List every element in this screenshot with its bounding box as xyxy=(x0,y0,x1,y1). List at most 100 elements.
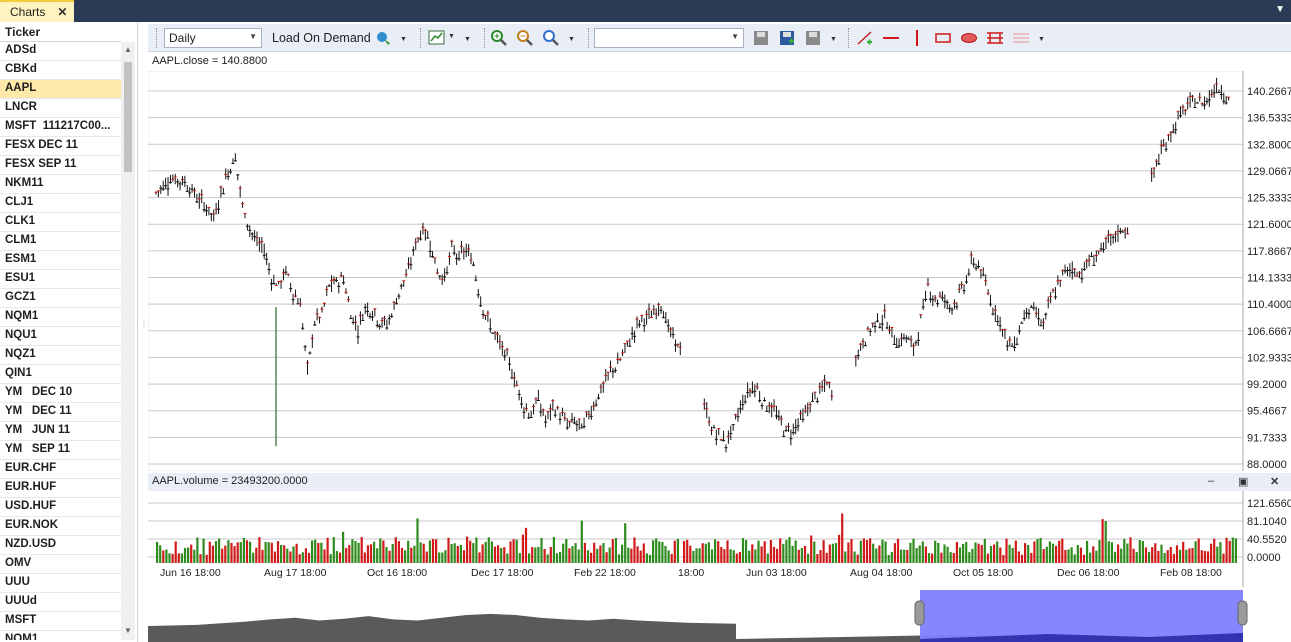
ticker-row[interactable]: NZD.USD xyxy=(0,536,121,555)
time-axis-label: Oct 05 18:00 xyxy=(953,567,1013,579)
ticker-row[interactable]: NQM1 xyxy=(0,631,121,640)
ticker-row[interactable]: MSFT xyxy=(0,612,121,631)
chevron-down-icon[interactable]: ▼ xyxy=(1275,4,1285,15)
ticker-row[interactable]: ESM1 xyxy=(0,251,121,270)
chevron-down-icon[interactable]: ▼ xyxy=(568,36,575,43)
ticker-row[interactable]: NQZ1 xyxy=(0,346,121,365)
scroll-thumb[interactable] xyxy=(124,62,132,172)
navigator-left-handle[interactable] xyxy=(914,600,925,626)
chevron-down-icon[interactable]: ▼ xyxy=(830,36,837,43)
ticker-column-header[interactable]: Ticker xyxy=(0,22,121,42)
chevron-down-icon[interactable]: ▼ xyxy=(400,36,407,43)
refresh-data-icon[interactable] xyxy=(374,29,392,47)
zoom-out-icon[interactable] xyxy=(516,29,534,47)
save-as-icon[interactable] xyxy=(778,29,796,47)
volume-bar xyxy=(834,543,838,563)
volume-chart[interactable]: 121.6560 81.1040 40.5520 0.0000 Jun 16 18:00… xyxy=(148,491,1291,587)
chevron-down-icon[interactable]: ▼ xyxy=(448,33,455,40)
ticker-row[interactable]: UUUd xyxy=(0,593,121,612)
chevron-down-icon[interactable]: ▼ xyxy=(464,36,471,43)
volume-bar xyxy=(1231,537,1234,563)
ticker-row[interactable]: YM DEC 10 xyxy=(0,384,121,403)
vertical-line-icon[interactable] xyxy=(908,29,926,47)
maximize-pane-icon[interactable]: ▣ xyxy=(1238,475,1248,488)
channel-tool-icon[interactable] xyxy=(1012,29,1030,47)
volume-bar xyxy=(1011,547,1014,563)
time-axis-label: Jun 16 18:00 xyxy=(160,567,221,579)
volume-bar xyxy=(1079,547,1082,563)
ticker-row[interactable]: EUR.CHF xyxy=(0,460,121,479)
draw-trendline-icon[interactable] xyxy=(856,29,874,47)
volume-bar xyxy=(893,543,896,563)
ticker-row[interactable]: FESX SEP 11 xyxy=(0,156,121,175)
ticker-row[interactable]: CBKd xyxy=(0,61,121,80)
ticker-row[interactable]: UUU xyxy=(0,574,121,593)
save-all-icon[interactable] xyxy=(804,29,822,47)
chart-type-icon[interactable] xyxy=(428,29,446,47)
ticker-scrollbar[interactable]: ▲ ▼ xyxy=(121,42,135,640)
save-icon[interactable] xyxy=(752,29,770,47)
template-select[interactable]: ▼ xyxy=(594,28,744,48)
navigator-selection[interactable] xyxy=(920,590,1243,642)
time-axis-label: Dec 17 18:00 xyxy=(471,567,534,579)
horizontal-line-icon[interactable] xyxy=(882,29,900,47)
minimize-pane-icon[interactable]: – xyxy=(1208,475,1214,487)
volume-bar xyxy=(1129,537,1132,563)
volume-bar xyxy=(822,540,825,563)
ticker-row[interactable]: YM SEP 11 xyxy=(0,441,121,460)
close-pane-icon[interactable]: ✕ xyxy=(1270,475,1279,488)
scroll-down-icon[interactable]: ▼ xyxy=(123,626,133,638)
ticker-row[interactable]: EUR.HUF xyxy=(0,479,121,498)
volume-bar xyxy=(214,541,218,563)
volume-bar xyxy=(605,552,608,563)
volume-bar xyxy=(1113,551,1117,563)
volume-bar xyxy=(989,546,993,563)
period-select[interactable]: Daily ▼ xyxy=(164,28,262,48)
splitter-grip-icon[interactable]: ⋮ xyxy=(140,320,148,329)
volume-bar xyxy=(1179,549,1182,563)
ellipse-tool-icon[interactable] xyxy=(960,29,978,47)
ticker-row[interactable]: YM JUN 11 xyxy=(0,422,121,441)
chart-navigator[interactable] xyxy=(148,587,1291,642)
toolbar-separator xyxy=(420,28,421,48)
price-chart[interactable]: 140.2667 136.5333 132.8000 129.0667 125.3333… xyxy=(148,71,1291,471)
ticker-row[interactable]: EUR.NOK xyxy=(0,517,121,536)
scroll-up-icon[interactable]: ▲ xyxy=(123,45,133,57)
ticker-row[interactable]: FESX DEC 11 xyxy=(0,137,121,156)
ticker-row[interactable]: ESU1 xyxy=(0,270,121,289)
volume-bar xyxy=(264,541,267,563)
ticker-row[interactable]: CLJ1 xyxy=(0,194,121,213)
volume-bar xyxy=(676,538,679,563)
price-axis-label: 88.0000 xyxy=(1247,459,1287,471)
navigator-right-handle[interactable] xyxy=(1237,600,1248,626)
zoom-fit-icon[interactable] xyxy=(542,29,560,47)
price-axis-label: 114.1333 xyxy=(1247,273,1291,285)
close-icon[interactable]: ✕ xyxy=(57,5,67,19)
ticker-row[interactable]: GCZ1 xyxy=(0,289,121,308)
tab-charts[interactable]: Charts ✕ xyxy=(0,0,74,22)
chevron-down-icon[interactable]: ▼ xyxy=(1038,36,1045,43)
ticker-row[interactable]: NKM11 xyxy=(0,175,121,194)
ticker-row[interactable]: NQM1 xyxy=(0,308,121,327)
ticker-row[interactable]: LNCR xyxy=(0,99,121,118)
ticker-row[interactable]: CLK1 xyxy=(0,213,121,232)
rectangle-tool-icon[interactable] xyxy=(934,29,952,47)
ticker-row[interactable]: QIN1 xyxy=(0,365,121,384)
zoom-in-icon[interactable] xyxy=(490,29,508,47)
ticker-row[interactable]: USD.HUF xyxy=(0,498,121,517)
volume-bar xyxy=(872,543,875,563)
load-on-demand-button[interactable]: Load On Demand xyxy=(272,29,371,47)
volume-bar xyxy=(351,539,354,563)
ticker-row[interactable]: ADSd xyxy=(0,42,121,61)
fibonacci-tool-icon[interactable] xyxy=(986,29,1004,47)
ticker-row[interactable]: NQU1 xyxy=(0,327,121,346)
ticker-row[interactable]: OMV xyxy=(0,555,121,574)
ticker-row[interactable]: CLM1 xyxy=(0,232,121,251)
ticker-row[interactable]: AAPL xyxy=(0,80,121,99)
volume-bar xyxy=(1126,543,1129,563)
ticker-row[interactable]: YM DEC 11 xyxy=(0,403,121,422)
volume-bar xyxy=(332,537,335,563)
volume-bar xyxy=(484,541,487,563)
ticker-row[interactable]: MSFT 111217C00... xyxy=(0,118,121,137)
volume-bar xyxy=(304,548,307,563)
